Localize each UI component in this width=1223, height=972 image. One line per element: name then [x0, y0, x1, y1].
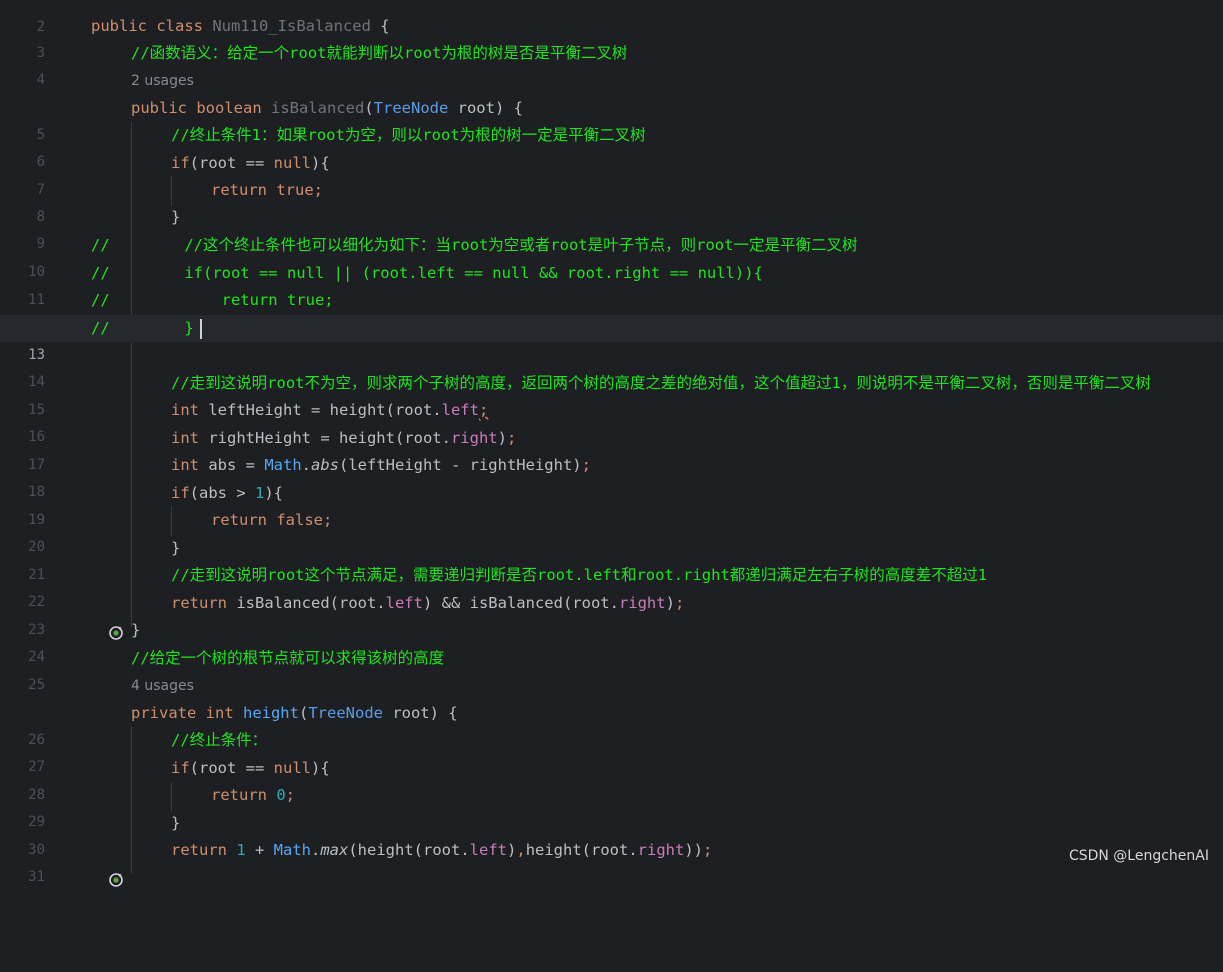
code-text: if(abs > 1){ — [171, 484, 284, 502]
text-caret — [200, 319, 202, 339]
code-line[interactable]: 6 //终止条件1：如果root为空，则以root为根的树一定是平衡二叉树 — [0, 122, 1223, 170]
line-number: 31 — [28, 869, 45, 885]
comment-text: // if(root == null || (root.left == null… — [91, 264, 763, 282]
recursive-call-icon[interactable] — [52, 596, 123, 640]
code-line[interactable]: 31 return 1 + Math.max(height(root.left)… — [0, 837, 1223, 887]
code-line[interactable]: 23 return isBalanced(root.left) && isBal… — [0, 590, 1223, 640]
code-text: } — [171, 208, 181, 226]
code-line[interactable]: 15 //走到这说明root不为空，则求两个子树的高度，返回两个树的高度之差的绝… — [0, 370, 1223, 418]
code-line[interactable]: 4 //函数语义：给定一个root就能判断以root为根的树是否是平衡二叉树 — [0, 40, 1223, 88]
code-text: } — [131, 621, 141, 639]
comment-text: // } — [91, 319, 194, 337]
recursive-call-icon[interactable] — [52, 843, 123, 887]
code-line[interactable]: 26 private int height(TreeNode root) { — [0, 700, 1223, 748]
code-line[interactable]: 27 //终止条件： — [0, 727, 1223, 775]
comment-text: //终止条件1：如果root为空，则以root为根的树一定是平衡二叉树 — [171, 126, 646, 144]
code-line[interactable]: 17 int rightHeight = height(root.right); — [0, 425, 1223, 473]
code-text: } — [171, 539, 181, 557]
code-line[interactable]: 25 //给定一个树的根节点就可以求得该树的高度 — [0, 645, 1223, 693]
code-text: if(root == null){ — [171, 759, 330, 777]
code-text: int abs = Math.abs(leftHeight - rightHei… — [171, 456, 591, 474]
comment-text: //终止条件： — [171, 731, 268, 749]
code-line[interactable]: 2 — [0, 0, 1223, 35]
code-line[interactable]: 7 if(root == null){ — [0, 150, 1223, 198]
usages-hint[interactable]: 2 usages — [131, 68, 194, 95]
code-line[interactable]: 28 if(root == null){ — [0, 755, 1223, 803]
code-text: if(root == null){ — [171, 154, 330, 172]
code-line[interactable]: 3 public class Num110_IsBalanced { — [0, 13, 1223, 61]
code-line-current[interactable]: 13 // } — [0, 315, 1223, 363]
usages-hint[interactable]: 4 usages — [131, 673, 194, 700]
code-line[interactable]: 29 return 0; — [0, 782, 1223, 830]
watermark: CSDN @LengchenAI — [1068, 848, 1209, 864]
comment-text: //走到这说明root这个节点满足，需要递归判断是否root.left和root… — [171, 566, 988, 584]
line-number: 25 — [28, 677, 45, 693]
comment-text: // //这个终止条件也可以细化为如下：当root为空或者root是叶子节点，则… — [91, 236, 858, 254]
code-line[interactable]: 8 return true; — [0, 177, 1223, 225]
code-line[interactable]: 18 int abs = Math.abs(leftHeight - right… — [0, 452, 1223, 500]
code-text: return isBalanced(root.left) && isBalanc… — [171, 594, 685, 612]
code-text: int leftHeight = height(root.left; — [171, 401, 489, 419]
code-line[interactable]: 10 // //这个终止条件也可以细化为如下：当root为空或者root是叶子节… — [0, 232, 1223, 280]
code-line[interactable]: 30 } — [0, 810, 1223, 858]
comment-text: //走到这说明root不为空，则求两个子树的高度，返回两个树的高度之差的绝对值，… — [171, 374, 1151, 392]
code-line[interactable]: 24 } — [0, 617, 1223, 665]
code-text: public class Num110_IsBalanced { — [91, 17, 390, 35]
code-text: return 0; — [211, 786, 296, 804]
code-line[interactable]: 5 public boolean isBalanced(TreeNode roo… — [0, 95, 1223, 143]
comment-text: //函数语义：给定一个root就能判断以root为根的树是否是平衡二叉树 — [131, 44, 628, 62]
code-text: private int height(TreeNode root) { — [131, 704, 458, 722]
code-line[interactable]: 21 } — [0, 535, 1223, 583]
code-line[interactable]: 20 return false; — [0, 507, 1223, 555]
code-line[interactable]: 11 // if(root == null || (root.left == n… — [0, 260, 1223, 308]
code-text: return true; — [211, 181, 323, 199]
code-text: return false; — [211, 511, 333, 529]
code-line[interactable]: 14 — [0, 342, 1223, 390]
code-line[interactable]: 16 int leftHeight = height(root.left; — [0, 397, 1223, 445]
code-text: public boolean isBalanced(TreeNode root)… — [131, 99, 523, 117]
code-editor[interactable]: 2 3 public class Num110_IsBalanced { 4 /… — [0, 0, 1223, 887]
code-line[interactable]: 9 } — [0, 204, 1223, 252]
code-line[interactable]: 22 //走到这说明root这个节点满足，需要递归判断是否root.left和r… — [0, 562, 1223, 610]
code-text: return 1 + Math.max(height(root.left),he… — [171, 841, 713, 859]
line-number: 4 — [36, 72, 45, 88]
code-text: int rightHeight = height(root.right); — [171, 429, 517, 447]
code-text: } — [171, 814, 181, 832]
code-line[interactable]: 12 // return true; — [0, 287, 1223, 335]
comment-text: //给定一个树的根节点就可以求得该树的高度 — [131, 649, 445, 667]
code-line[interactable]: 19 if(abs > 1){ — [0, 480, 1223, 528]
